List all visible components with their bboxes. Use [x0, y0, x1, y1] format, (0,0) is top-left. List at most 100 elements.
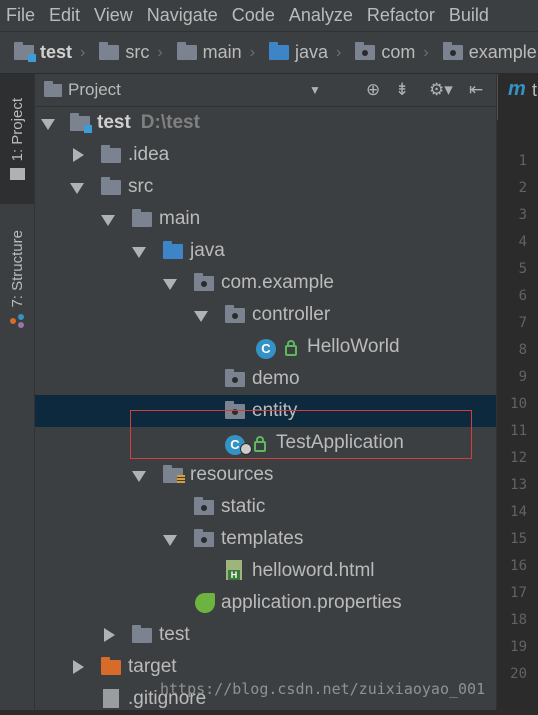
collapse-icon[interactable]: ⇟ — [395, 80, 409, 100]
menu-analyze[interactable]: Analyze — [282, 5, 360, 26]
tree-row-controller[interactable]: controller — [35, 299, 496, 331]
gear-icon[interactable]: ⚙▾ — [429, 80, 453, 100]
chevron-right-icon[interactable] — [104, 628, 115, 642]
tree-row-test-src[interactable]: test — [35, 619, 496, 651]
panel-title[interactable]: Project — [68, 80, 121, 100]
chevron-down-icon[interactable] — [101, 214, 115, 226]
editor-tab-label: t — [532, 80, 538, 100]
tree-row-src[interactable]: src — [35, 171, 496, 203]
menu-refactor[interactable]: Refactor — [360, 5, 442, 26]
line-number: 14 — [510, 504, 527, 520]
editor-tab[interactable]: m t — [497, 74, 538, 120]
line-number: 1 — [518, 153, 527, 169]
line-number: 8 — [518, 342, 527, 358]
tree-row-java[interactable]: java — [35, 235, 496, 267]
editor-area: m t 1 2 3 4 5 6 7 8 9 10 11 12 13 14 15 … — [496, 74, 538, 710]
tree-label: helloword.html — [252, 560, 375, 581]
chevron-down-icon[interactable] — [194, 310, 208, 322]
tree-row-demo[interactable]: demo — [35, 363, 496, 395]
folder-icon — [176, 42, 197, 60]
folder-icon — [101, 145, 121, 163]
project-panel: Project ▼ ⊕ ⇟ ⚙▾ ⇤ test D:\test .idea src — [35, 74, 496, 710]
breadcrumb-item-test[interactable]: test › — [0, 42, 85, 63]
package-icon — [194, 273, 214, 291]
tree-label: java — [190, 240, 225, 261]
breadcrumb-item-src[interactable]: src › — [85, 42, 163, 63]
tree-row-com-example[interactable]: com.example — [35, 267, 496, 299]
tree-label: .idea — [128, 144, 170, 165]
chevron-down-icon[interactable] — [163, 278, 177, 290]
chevron-down-icon[interactable] — [163, 534, 177, 546]
folder-icon — [101, 177, 121, 195]
menu-navigate[interactable]: Navigate — [140, 5, 225, 26]
menu-edit[interactable]: Edit — [42, 5, 87, 26]
chevron-down-icon[interactable] — [132, 246, 146, 258]
chevron-down-icon[interactable] — [41, 118, 55, 130]
tree-label: templates — [221, 528, 304, 549]
tree-row-resources[interactable]: resources — [35, 459, 496, 491]
package-icon — [355, 42, 376, 60]
tool-window-strip: 1: Project 7: Structure — [0, 74, 35, 710]
tree-label: resources — [190, 464, 274, 485]
line-number: 11 — [510, 423, 527, 439]
package-icon — [225, 369, 245, 387]
folder-icon — [132, 625, 152, 643]
menu-code[interactable]: Code — [225, 5, 282, 26]
folder-icon — [9, 167, 25, 180]
breadcrumb-item-main[interactable]: main › — [163, 42, 255, 63]
source-folder-icon — [163, 241, 183, 259]
chevron-right-icon[interactable] — [73, 148, 84, 162]
tab-project[interactable]: 1: Project — [0, 74, 34, 204]
menu-file[interactable]: File — [0, 5, 42, 26]
menu-view[interactable]: View — [87, 5, 140, 26]
tree-label: target — [128, 656, 177, 677]
breadcrumb-label: main — [202, 42, 242, 62]
tree-row-helloword-html[interactable]: helloword.html — [35, 555, 496, 587]
breadcrumb-item-java[interactable]: java › — [255, 42, 341, 63]
chevron-down-icon[interactable] — [70, 182, 84, 194]
line-number: 16 — [510, 558, 527, 574]
folder-icon — [99, 42, 120, 60]
tree-path-hint: D:\test — [140, 112, 200, 133]
tree-row-static[interactable]: static — [35, 491, 496, 523]
breadcrumb-label: src — [125, 42, 150, 62]
view-dropdown-icon[interactable]: ▼ — [309, 80, 321, 100]
hide-icon[interactable]: ⇤ — [469, 80, 483, 100]
folder-icon — [44, 80, 62, 97]
tree-row-helloworld[interactable]: C HelloWorld — [35, 331, 496, 363]
tab-structure-label: 7: Structure — [8, 230, 26, 308]
breadcrumb-label: com — [381, 42, 416, 62]
breadcrumb-label: example — [468, 42, 537, 62]
project-folder-icon — [70, 113, 92, 133]
line-number: 4 — [518, 234, 527, 250]
maven-icon: m — [508, 78, 526, 100]
breadcrumb: test › src › main › java › com › example — [0, 31, 538, 74]
highlight-annotation-box — [130, 410, 472, 459]
tree-row-templates[interactable]: templates — [35, 523, 496, 555]
tree-label: application.properties — [221, 592, 402, 613]
line-number: 9 — [518, 369, 527, 385]
tree-label: main — [159, 208, 201, 229]
line-number: 18 — [510, 612, 527, 628]
breadcrumb-item-example[interactable]: example — [429, 42, 537, 63]
line-number: 17 — [510, 585, 527, 601]
resources-folder-icon — [163, 465, 185, 484]
chevron-down-icon[interactable] — [132, 470, 146, 482]
tree-row-idea[interactable]: .idea — [35, 139, 496, 171]
tree-label: com.example — [221, 272, 334, 293]
tree-row-application-properties[interactable]: application.properties — [35, 587, 496, 619]
chevron-right-icon[interactable] — [73, 660, 84, 674]
tree-row-target[interactable]: target — [35, 651, 496, 683]
tab-structure[interactable]: 7: Structure — [0, 214, 34, 344]
tree-row-test[interactable]: test D:\test — [35, 107, 496, 139]
html-file-icon — [226, 560, 242, 580]
breadcrumb-item-com[interactable]: com › — [341, 42, 429, 63]
tree-row-main[interactable]: main — [35, 203, 496, 235]
folder-icon — [132, 209, 152, 227]
text-file-icon — [103, 689, 119, 708]
locate-icon[interactable]: ⊕ — [366, 80, 380, 100]
tree-label: test — [159, 624, 190, 645]
project-tree: test D:\test .idea src main java com.exa… — [35, 107, 496, 710]
menu-build[interactable]: Build — [442, 5, 496, 26]
package-icon — [225, 305, 245, 323]
